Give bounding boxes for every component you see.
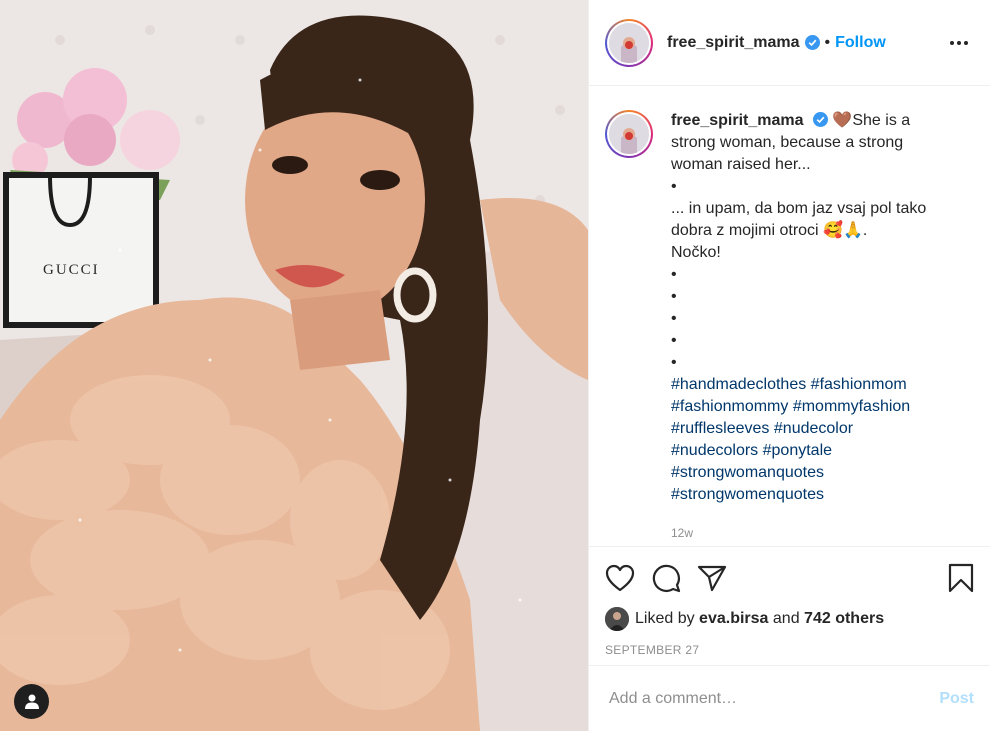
caption-line: strong woman, because a strong <box>671 134 904 151</box>
hashtag-link[interactable]: #nudecolor <box>774 420 853 437</box>
hashtag-link[interactable]: #mommyfashion <box>793 398 910 415</box>
liked-by-and: and <box>772 610 800 627</box>
hashtag-link[interactable]: #strongwomanquotes <box>671 464 824 481</box>
more-options-icon[interactable] <box>944 35 974 51</box>
comment-icon <box>652 564 681 593</box>
share-button[interactable] <box>697 564 727 592</box>
caption-line: woman raised her... <box>671 156 811 173</box>
post-photo[interactable]: GUCCI <box>0 0 588 731</box>
caption-line: dobra z mojimi otroci 🥰🙏. <box>671 222 868 239</box>
post-header: free_spirit_mama • Follow <box>589 0 990 86</box>
bag-brand-text: GUCCI <box>43 262 100 278</box>
caption-line: • <box>671 266 677 283</box>
header-separator: • <box>824 33 831 51</box>
caption-username[interactable]: free_spirit_mama <box>671 112 804 129</box>
caption-time-ago[interactable]: 12w <box>671 526 974 540</box>
verified-badge-icon <box>812 112 828 127</box>
bookmark-icon <box>948 563 974 593</box>
person-icon <box>24 694 39 709</box>
hashtag-link[interactable]: #ponytale <box>763 442 832 459</box>
hashtag-link[interactable]: #handmadeclothes <box>671 376 806 393</box>
verified-badge-icon <box>804 35 820 50</box>
caption-line: ... in upam, da bom jaz vsaj pol tako <box>671 200 927 217</box>
comment-form: Post <box>589 665 990 731</box>
post-sidebar: free_spirit_mama • Follow free_spirit_ma… <box>588 0 990 731</box>
liked-by-prefix: Liked by <box>635 610 695 627</box>
like-button[interactable] <box>605 564 635 592</box>
instagram-post: GUCCI free_spirit_mama • Follow free_spi… <box>0 0 990 731</box>
photo-illustration <box>0 0 588 731</box>
comment-input[interactable] <box>609 689 940 708</box>
tagged-users-button[interactable] <box>14 684 49 719</box>
follow-button[interactable]: Follow <box>835 34 886 52</box>
caption-line: Nočko! <box>671 244 721 261</box>
post-date[interactable]: SEPTEMBER 27 <box>605 643 974 657</box>
caption-line: • <box>671 288 677 305</box>
caption-line: • <box>671 354 677 371</box>
hashtag-link[interactable]: #nudecolors <box>671 442 758 459</box>
post-comment-button[interactable]: Post <box>939 690 974 708</box>
author-avatar[interactable] <box>605 18 653 67</box>
liked-by-others[interactable]: 742 others <box>804 610 884 628</box>
caption-line: • <box>671 178 677 195</box>
author-username[interactable]: free_spirit_mama <box>667 34 800 52</box>
caption-text: free_spirit_mama 🤎She is a strong woman,… <box>671 110 961 506</box>
hashtag-link[interactable]: #strongwomenquotes <box>671 486 824 503</box>
caption-section: free_spirit_mama 🤎She is a strong woman,… <box>589 86 990 546</box>
caption-author-avatar[interactable] <box>605 110 653 158</box>
hashtag-link[interactable]: #rufflesleeves <box>671 420 769 437</box>
caption-line: • <box>671 332 677 349</box>
hashtag-link[interactable]: #fashionmom <box>811 376 907 393</box>
save-button[interactable] <box>948 563 974 593</box>
caption-line: • <box>671 310 677 327</box>
liked-by-user[interactable]: eva.birsa <box>699 610 768 628</box>
comment-button[interactable] <box>651 563 681 593</box>
hashtag-link[interactable]: #fashionmommy <box>671 398 788 415</box>
share-icon <box>697 565 727 592</box>
liker-avatar[interactable] <box>605 607 629 631</box>
heart-icon <box>605 564 635 592</box>
likes-summary: Liked by eva.birsa and 742 others <box>605 607 974 631</box>
caption-line: 🤎She is a <box>832 112 911 129</box>
